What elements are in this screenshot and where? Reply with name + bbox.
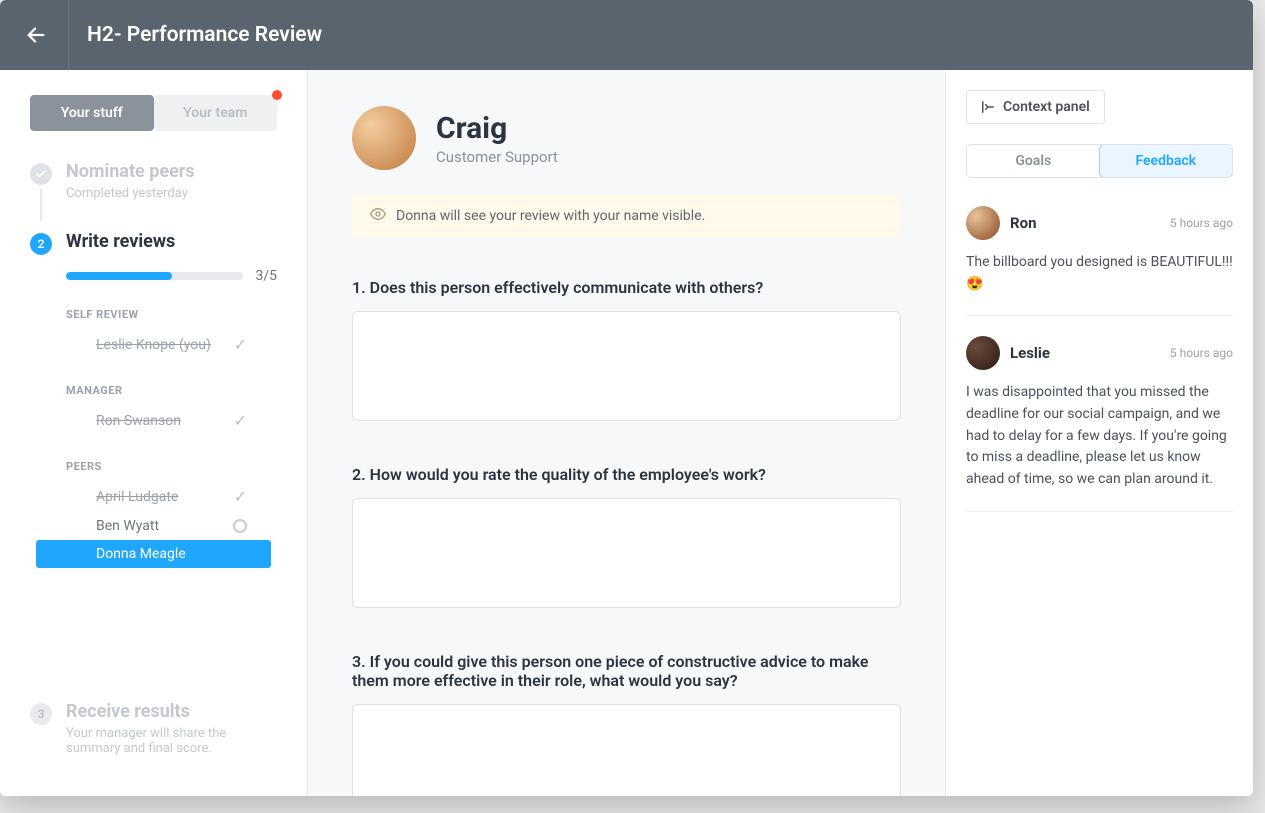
sidebar: Your stuff Your team Nominate peers Comp… [0, 70, 308, 796]
person-name: April Ludgate [96, 489, 178, 505]
manager-review-row[interactable]: Ron Swanson ✓ [30, 405, 277, 436]
step-subtitle: Your manager will share the summary and … [66, 726, 277, 756]
context-panel-label: Context panel [1003, 99, 1090, 115]
avatar [966, 206, 1000, 240]
self-review-row[interactable]: Leslie Knope (you) ✓ [30, 329, 277, 360]
page-title: H2- Performance Review [87, 23, 322, 47]
peer-review-row[interactable]: Ben Wyatt [30, 512, 277, 540]
answer-textarea[interactable] [352, 311, 901, 421]
eye-icon [370, 206, 386, 226]
feedback-item: Ron 5 hours ago The billboard you designed… [966, 206, 1233, 316]
step-receive-results: 3 Receive results Your manager will shar… [0, 701, 307, 756]
step-title: Receive results [66, 701, 277, 722]
reviewee-header: Craig Customer Support [352, 106, 901, 170]
progress-fill [66, 272, 172, 280]
person-name: Leslie Knope (you) [96, 337, 211, 353]
check-icon: ✓ [234, 335, 247, 354]
peer-review-row[interactable]: April Ludgate ✓ [30, 481, 277, 512]
avatar [966, 336, 1000, 370]
feedback-time: 5 hours ago [1170, 346, 1233, 360]
review-form: Craig Customer Support Donna will see yo… [308, 70, 945, 796]
answer-textarea[interactable] [352, 704, 901, 796]
feedback-body: The billboard you designed is BEAUTIFUL!… [966, 252, 1233, 295]
unchecked-circle-icon [233, 519, 247, 533]
step-number-badge: 3 [30, 703, 52, 725]
progress-bar [66, 272, 243, 280]
step-title: Write reviews [66, 231, 277, 252]
progress-row: 3/5 [66, 268, 277, 284]
section-peers-label: PEERS [66, 460, 277, 473]
reviewee-name: Craig [436, 111, 558, 146]
tab-feedback[interactable]: Feedback [1099, 144, 1234, 178]
answer-textarea[interactable] [352, 498, 901, 608]
feedback-list: Ron 5 hours ago The billboard you designed… [966, 206, 1233, 532]
tab-goals[interactable]: Goals [967, 145, 1100, 177]
check-circle-icon [30, 163, 52, 185]
step-title: Nominate peers [66, 161, 277, 182]
feedback-author: Ron [1010, 214, 1036, 232]
question-block: 1. Does this person effectively communic… [352, 278, 901, 425]
step-write-reviews: 2 Write reviews 3/5 SELF REVIEW Leslie K… [0, 231, 307, 578]
context-panel: Context panel Goals Feedback Ron 5 hours … [945, 70, 1253, 796]
context-panel-toggle[interactable]: Context panel [966, 90, 1105, 124]
person-name: Ben Wyatt [96, 518, 159, 534]
panel-collapse-icon [981, 100, 995, 114]
feedback-body: I was disappointed that you missed the d… [966, 382, 1233, 490]
visibility-notice: Donna will see your review with your nam… [352, 194, 901, 238]
feedback-header: Leslie 5 hours ago [966, 336, 1233, 370]
back-button[interactable] [20, 19, 52, 51]
check-icon: ✓ [234, 487, 247, 506]
section-manager-label: MANAGER [66, 384, 277, 397]
question-label: 3. If you could give this person one pie… [352, 652, 901, 690]
question-block: 3. If you could give this person one pie… [352, 652, 901, 796]
step-nominate-peers[interactable]: Nominate peers Completed yesterday [0, 161, 307, 201]
tab-your-team-label: Your team [183, 105, 247, 121]
progress-text: 3/5 [255, 268, 277, 284]
check-icon: ✓ [234, 411, 247, 430]
notice-text: Donna will see your review with your nam… [396, 208, 705, 224]
feedback-item: Leslie 5 hours ago I was disappointed that… [966, 336, 1233, 511]
section-self-review-label: SELF REVIEW [66, 308, 277, 321]
peer-review-row[interactable]: Donna Meagle [36, 540, 271, 568]
main-layout: Your stuff Your team Nominate peers Comp… [0, 70, 1253, 796]
step-subtitle: Completed yesterday [66, 186, 277, 201]
divider [68, 0, 69, 70]
question-block: 2. How would you rate the quality of the… [352, 465, 901, 612]
feedback-author: Leslie [1010, 344, 1050, 362]
feedback-header: Ron 5 hours ago [966, 206, 1233, 240]
step-connector [40, 189, 42, 221]
step-number-badge: 2 [30, 233, 52, 255]
notification-dot-icon [272, 90, 282, 100]
question-label: 1. Does this person effectively communic… [352, 278, 901, 297]
reviewee-role: Customer Support [436, 148, 558, 166]
tab-your-stuff[interactable]: Your stuff [30, 95, 154, 131]
feedback-time: 5 hours ago [1170, 216, 1233, 230]
question-label: 2. How would you rate the quality of the… [352, 465, 901, 484]
person-name: Donna Meagle [96, 546, 186, 562]
avatar [352, 106, 416, 170]
person-name: Ron Swanson [96, 413, 181, 429]
context-tabs: Goals Feedback [966, 144, 1233, 178]
sidebar-tabs: Your stuff Your team [30, 95, 277, 131]
app-window: H2- Performance Review Your stuff Your t… [0, 0, 1253, 796]
tab-your-team[interactable]: Your team [154, 95, 278, 131]
arrow-left-icon [25, 24, 47, 46]
topbar: H2- Performance Review [0, 0, 1253, 70]
